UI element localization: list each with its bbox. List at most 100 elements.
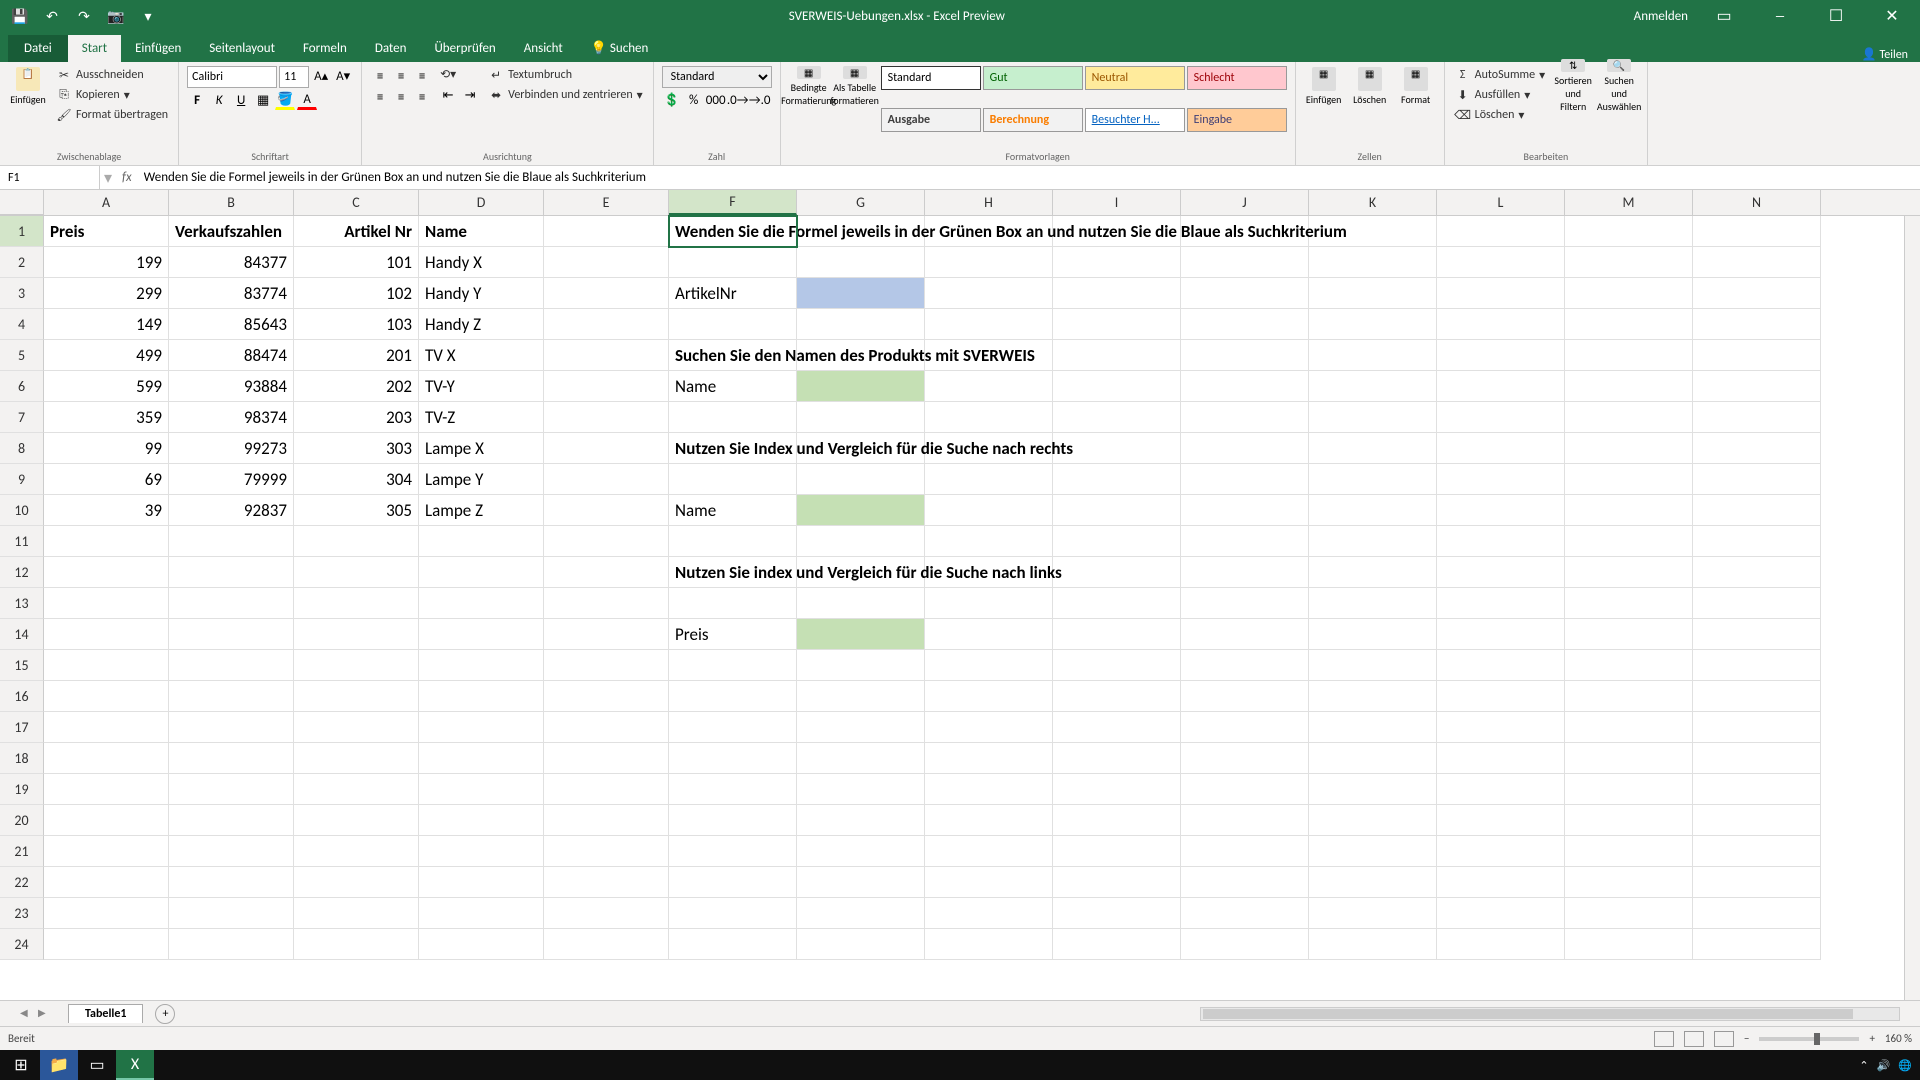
- cell-B6[interactable]: 93884: [169, 371, 294, 402]
- cell-I2[interactable]: [1053, 247, 1181, 278]
- cell-H18[interactable]: [925, 743, 1053, 774]
- zoom-level[interactable]: 160 %: [1885, 1032, 1912, 1045]
- cell-F20[interactable]: [669, 805, 797, 836]
- cell-E16[interactable]: [544, 681, 669, 712]
- cell-C16[interactable]: [294, 681, 419, 712]
- cell-A21[interactable]: [44, 836, 169, 867]
- cell-F16[interactable]: [669, 681, 797, 712]
- cell-F11[interactable]: [669, 526, 797, 557]
- cell-M21[interactable]: [1565, 836, 1693, 867]
- col-header-B[interactable]: B: [169, 190, 294, 215]
- cell-C2[interactable]: 101: [294, 247, 419, 278]
- cell-A9[interactable]: 69: [44, 464, 169, 495]
- tab-einfuegen[interactable]: Einfügen: [121, 35, 195, 62]
- cell-B21[interactable]: [169, 836, 294, 867]
- cell-I20[interactable]: [1053, 805, 1181, 836]
- cell-F23[interactable]: [669, 898, 797, 929]
- cell-I4[interactable]: [1053, 309, 1181, 340]
- cell-I10[interactable]: [1053, 495, 1181, 526]
- cell-K24[interactable]: [1309, 929, 1437, 960]
- row-header[interactable]: 8: [0, 433, 44, 464]
- cell-G7[interactable]: [797, 402, 925, 433]
- cell-F21[interactable]: [669, 836, 797, 867]
- cell-L7[interactable]: [1437, 402, 1565, 433]
- cell-F6[interactable]: Name: [669, 371, 797, 402]
- cell-I7[interactable]: [1053, 402, 1181, 433]
- row-header[interactable]: 20: [0, 805, 44, 836]
- qat-dropdown-icon[interactable]: ▾: [136, 4, 160, 28]
- cell-J23[interactable]: [1181, 898, 1309, 929]
- cell-B7[interactable]: 98374: [169, 402, 294, 433]
- maximize-icon[interactable]: ☐: [1816, 0, 1856, 32]
- cell-C15[interactable]: [294, 650, 419, 681]
- cell-E18[interactable]: [544, 743, 669, 774]
- cell-G3[interactable]: [797, 278, 925, 309]
- cell-F18[interactable]: [669, 743, 797, 774]
- cell-B11[interactable]: [169, 526, 294, 557]
- paste-button[interactable]: 📋 Einfügen: [8, 66, 48, 106]
- cell-C8[interactable]: 303: [294, 433, 419, 464]
- cell-J11[interactable]: [1181, 526, 1309, 557]
- cell-H23[interactable]: [925, 898, 1053, 929]
- cell-D14[interactable]: [419, 619, 544, 650]
- cell-C18[interactable]: [294, 743, 419, 774]
- cell-M11[interactable]: [1565, 526, 1693, 557]
- cell-K4[interactable]: [1309, 309, 1437, 340]
- cell-G24[interactable]: [797, 929, 925, 960]
- cell-E19[interactable]: [544, 774, 669, 805]
- style-eingabe[interactable]: Eingabe: [1187, 108, 1287, 132]
- row-header[interactable]: 18: [0, 743, 44, 774]
- align-left-icon[interactable]: ≡: [370, 87, 390, 107]
- row-header[interactable]: 23: [0, 898, 44, 929]
- cell-M5[interactable]: [1565, 340, 1693, 371]
- cell-C13[interactable]: [294, 588, 419, 619]
- cell-D3[interactable]: Handy Y: [419, 278, 544, 309]
- cell-N23[interactable]: [1693, 898, 1821, 929]
- row-header[interactable]: 13: [0, 588, 44, 619]
- cell-M24[interactable]: [1565, 929, 1693, 960]
- row-header[interactable]: 6: [0, 371, 44, 402]
- cell-G10[interactable]: [797, 495, 925, 526]
- row-header[interactable]: 5: [0, 340, 44, 371]
- cell-B10[interactable]: 92837: [169, 495, 294, 526]
- cell-D22[interactable]: [419, 867, 544, 898]
- align-middle-icon[interactable]: ≡: [391, 66, 411, 86]
- cell-M13[interactable]: [1565, 588, 1693, 619]
- format-painter-button[interactable]: 🖌Format übertragen: [54, 106, 170, 124]
- cell-C1[interactable]: Artikel Nr: [294, 216, 419, 247]
- cell-G17[interactable]: [797, 712, 925, 743]
- cell-D7[interactable]: TV-Z: [419, 402, 544, 433]
- cell-B4[interactable]: 85643: [169, 309, 294, 340]
- row-header[interactable]: 15: [0, 650, 44, 681]
- cell-N24[interactable]: [1693, 929, 1821, 960]
- cell-K21[interactable]: [1309, 836, 1437, 867]
- cell-I15[interactable]: [1053, 650, 1181, 681]
- row-header[interactable]: 22: [0, 867, 44, 898]
- cell-M2[interactable]: [1565, 247, 1693, 278]
- cell-J10[interactable]: [1181, 495, 1309, 526]
- cell-E24[interactable]: [544, 929, 669, 960]
- cell-A10[interactable]: 39: [44, 495, 169, 526]
- cell-C3[interactable]: 102: [294, 278, 419, 309]
- cell-G23[interactable]: [797, 898, 925, 929]
- signin-link[interactable]: Anmelden: [1634, 9, 1688, 24]
- cell-J8[interactable]: [1181, 433, 1309, 464]
- cell-F17[interactable]: [669, 712, 797, 743]
- cell-K9[interactable]: [1309, 464, 1437, 495]
- sort-filter-button[interactable]: ⇅Sortieren und Filtern: [1553, 66, 1593, 106]
- cell-G19[interactable]: [797, 774, 925, 805]
- cell-A16[interactable]: [44, 681, 169, 712]
- cell-D6[interactable]: TV-Y: [419, 371, 544, 402]
- orientation-button[interactable]: ⟲▾: [438, 66, 480, 83]
- cell-I17[interactable]: [1053, 712, 1181, 743]
- cell-K16[interactable]: [1309, 681, 1437, 712]
- fx-icon[interactable]: fx: [116, 170, 138, 185]
- col-header-M[interactable]: M: [1565, 190, 1693, 215]
- insert-cells-button[interactable]: ▦Einfügen: [1304, 66, 1344, 106]
- cell-I24[interactable]: [1053, 929, 1181, 960]
- cell-N17[interactable]: [1693, 712, 1821, 743]
- cell-F3[interactable]: ArtikelNr: [669, 278, 797, 309]
- cell-D24[interactable]: [419, 929, 544, 960]
- cell-J13[interactable]: [1181, 588, 1309, 619]
- ribbon-display-icon[interactable]: ▭: [1704, 0, 1744, 32]
